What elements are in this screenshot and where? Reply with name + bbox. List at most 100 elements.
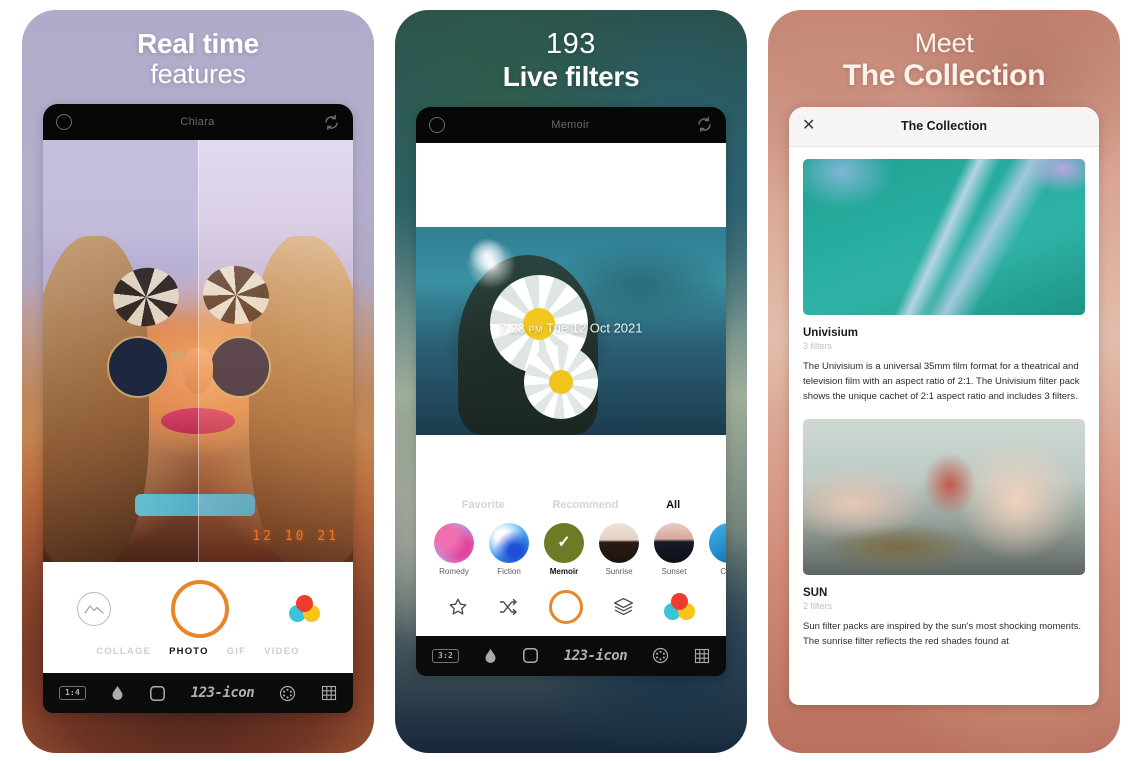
pack-description: The Univisium is a universal 35mm film f…	[803, 360, 1080, 403]
collection-sheet: ✕ The Collection Univisium 3 filters The…	[789, 106, 1099, 705]
filter-item-card[interactable]: Card	[707, 522, 726, 576]
tab-all[interactable]: All	[666, 499, 680, 511]
app-store-screenshot-gallery: Real time features Chiara 12 10 21 COLLA…	[0, 0, 1138, 761]
grid-icon[interactable]	[321, 685, 337, 701]
filter-item-sunset[interactable]: Sunset	[652, 522, 696, 576]
shutter-button[interactable]	[548, 589, 583, 624]
camera-bottom-toolbar: 1:4 123-icon	[43, 673, 353, 714]
filter-label: Sunset	[661, 566, 687, 576]
filter-item-fiction[interactable]: Fiction	[487, 522, 531, 576]
sheet-header: ✕ The Collection	[789, 106, 1099, 147]
filter-item-sunrise[interactable]: Sunrise	[597, 522, 641, 576]
promo-panel-live-filters: 193 Live filters Memoir 7:23 PM Tue 12 O…	[395, 10, 747, 753]
filter-edit-toolbar	[416, 583, 726, 636]
shutter-button[interactable]	[171, 580, 229, 639]
pack-filter-count: 3 filters	[803, 340, 833, 351]
filter-carousel[interactable]: Romedy Fiction ✓ Memoir Sunrise Sunset C	[416, 516, 726, 584]
color-filter-icon[interactable]	[289, 595, 320, 623]
droplet-icon[interactable]	[484, 648, 497, 664]
filter-thumbnail	[434, 522, 474, 563]
123-icon[interactable]: 123-icon	[191, 685, 255, 701]
filter-item-romedy[interactable]: Romedy	[432, 522, 476, 576]
aperture-icon[interactable]	[279, 685, 296, 702]
filter-label: Card	[720, 566, 726, 576]
flip-camera-icon[interactable]	[696, 116, 713, 133]
square-icon[interactable]	[522, 647, 539, 664]
filter-split-divider[interactable]	[198, 140, 199, 563]
panel-headline: Meet The Collection	[768, 10, 1120, 94]
mode-tab-gif[interactable]: GIF	[227, 646, 246, 657]
123-icon[interactable]: 123-icon	[564, 648, 628, 664]
sheet-title: The Collection	[900, 119, 988, 134]
filter-category-tabs: Favorite Recommend All	[416, 488, 726, 517]
color-filter-icon[interactable]	[664, 592, 695, 621]
preview-spacer-bottom	[416, 434, 726, 489]
circle-ring-icon[interactable]	[429, 116, 445, 133]
camera-live-preview[interactable]: 12 10 21	[43, 140, 353, 563]
camera-app-bar: Chiara	[43, 104, 353, 141]
filter-thumbnail	[709, 522, 726, 563]
panel-headline: Real time features	[22, 10, 374, 91]
check-icon: ✓	[557, 533, 571, 551]
photo-detail-daisy-small	[524, 344, 598, 419]
aperture-icon[interactable]	[652, 647, 669, 664]
mode-tab-collage[interactable]: COLLAGE	[96, 646, 151, 657]
camera-bottom-toolbar: 3:2 123-icon	[416, 635, 726, 676]
headline-line-1: Real time	[137, 28, 259, 59]
filter-item-memoir[interactable]: ✓ Memoir	[542, 522, 586, 576]
camera-filter-name: Memoir	[551, 118, 590, 131]
headline-line-1: Meet	[914, 28, 974, 58]
filter-pack-card-sun[interactable]: SUN 2 filters Sun filter packs are inspi…	[803, 418, 1085, 650]
circle-ring-icon[interactable]	[56, 114, 72, 131]
pack-title: Univisium	[803, 326, 858, 339]
filter-pack-card-univisium[interactable]: Univisium 3 filters The Univisium is a u…	[803, 158, 1085, 405]
color-dot-red	[671, 592, 688, 610]
filter-thumbnail	[654, 522, 694, 563]
grid-icon[interactable]	[694, 648, 710, 664]
timestamp-overlay: 7:23 PM Tue 12 Oct 2021	[500, 321, 643, 336]
camera-app-bar: Memoir	[416, 106, 726, 143]
tab-favorite[interactable]: Favorite	[462, 499, 505, 511]
camera-controls: COLLAGE PHOTO GIF VIDEO	[43, 562, 353, 674]
photo-preview[interactable]: 7:23 PM Tue 12 Oct 2021	[416, 226, 726, 435]
star-icon[interactable]	[448, 597, 468, 617]
close-icon[interactable]: ✕	[802, 118, 815, 134]
phone-mockup-filters: Memoir 7:23 PM Tue 12 Oct 2021 Favorite …	[416, 106, 726, 676]
mode-tab-video[interactable]: VIDEO	[264, 646, 300, 657]
phone-mockup-collection: ✕ The Collection Univisium 3 filters The…	[789, 106, 1099, 705]
headline-line-2: Live filters	[502, 61, 640, 93]
filter-label: Memoir	[549, 566, 579, 576]
photo-detail-lens-left	[107, 336, 169, 399]
camera-filter-name: Chiara	[180, 116, 215, 129]
filter-thumbnail-selected: ✓	[544, 522, 584, 563]
timestamp-date: Tue 12 Oct 2021	[546, 320, 643, 336]
headline-line-1: 193	[546, 28, 596, 60]
pack-filter-count: 2 filters	[803, 600, 833, 611]
filter-label: Fiction	[497, 566, 521, 576]
layers-icon[interactable]	[613, 597, 634, 616]
droplet-icon[interactable]	[111, 685, 124, 701]
camera-controls-row	[43, 576, 353, 642]
filter-label: Sunrise	[605, 566, 633, 576]
filter-thumbnail	[599, 522, 639, 563]
square-icon[interactable]	[149, 685, 166, 702]
filter-preview-overlay	[198, 140, 353, 563]
pack-description: Sun filter packs are inspired by the sun…	[803, 620, 1081, 648]
timestamp-time: 7:23	[499, 320, 525, 336]
collection-list[interactable]: Univisium 3 filters The Univisium is a u…	[789, 146, 1099, 705]
tab-recommend[interactable]: Recommend	[552, 499, 618, 511]
aspect-ratio-button[interactable]: 1:4	[59, 686, 87, 701]
shuffle-icon[interactable]	[498, 597, 518, 617]
gallery-icon[interactable]	[77, 592, 111, 627]
headline-line-2: The Collection	[842, 59, 1046, 93]
capture-mode-tabs: COLLAGE PHOTO GIF VIDEO	[43, 642, 353, 667]
mode-tab-photo[interactable]: PHOTO	[169, 646, 209, 657]
preview-spacer-top	[416, 142, 726, 227]
flip-camera-icon[interactable]	[323, 114, 340, 131]
filter-label: Romedy	[439, 566, 469, 576]
pack-title: SUN	[803, 586, 828, 599]
aspect-ratio-button[interactable]: 3:2	[432, 648, 460, 663]
pack-preview-image	[803, 418, 1085, 575]
timestamp-ampm: PM	[528, 324, 543, 335]
date-stamp-overlay: 12 10 21	[252, 529, 339, 545]
